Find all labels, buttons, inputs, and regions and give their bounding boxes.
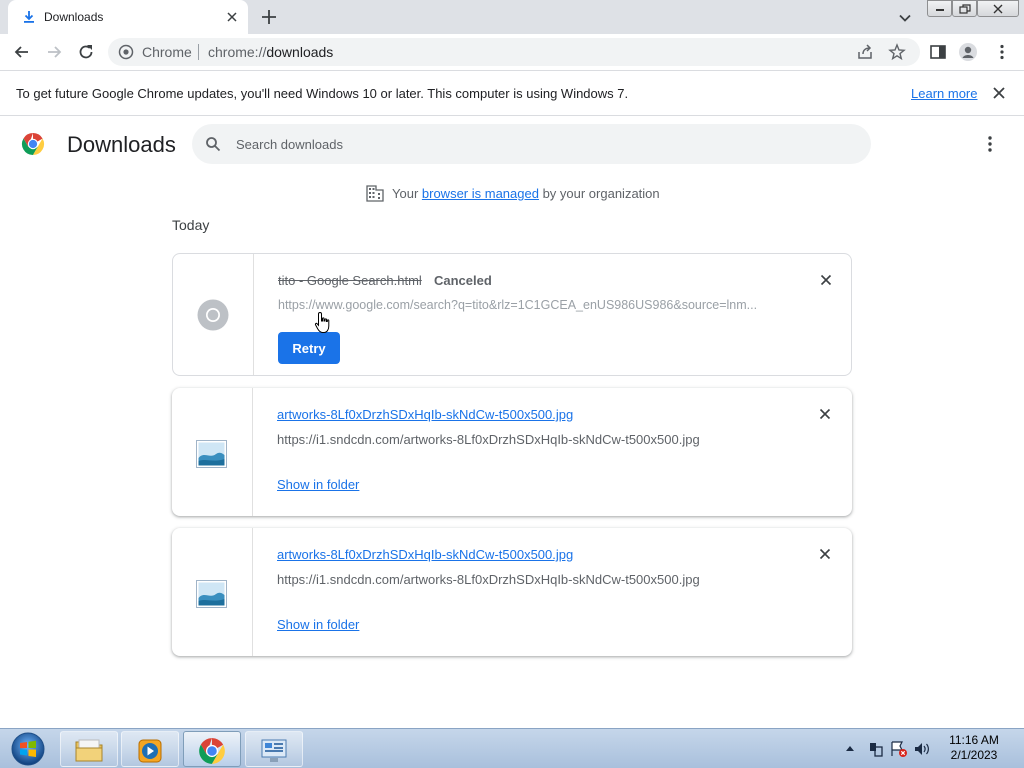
tab-strip: Downloads	[0, 0, 1024, 34]
search-input[interactable]	[236, 134, 836, 154]
chevron-down-icon[interactable]	[896, 9, 914, 27]
infobar-message: To get future Google Chrome updates, you…	[16, 86, 629, 101]
profile-avatar-icon[interactable]	[958, 42, 978, 62]
file-name-link[interactable]: artworks-8Lf0xDrzhSDxHqIb-skNdCw-t500x50…	[277, 407, 573, 422]
system-tray-icons[interactable]	[842, 739, 934, 759]
image-file-icon	[196, 440, 227, 468]
back-icon[interactable]	[12, 42, 32, 62]
download-icon	[24, 11, 34, 23]
downloads-page: Downloads Your browser is managed by you…	[0, 116, 1024, 728]
remove-download-icon[interactable]	[818, 272, 834, 288]
clock-date: 2/1/2023	[950, 748, 998, 762]
chrome-logo-icon	[21, 133, 45, 155]
download-item: artworks-8Lf0xDrzhSDxHqIb-skNdCw-t500x50…	[172, 528, 852, 656]
hand-cursor-icon	[314, 311, 330, 333]
omnibox[interactable]: Chrome chrome://downloads	[108, 38, 920, 66]
close-icon	[993, 4, 1003, 14]
restore-icon	[958, 4, 971, 14]
remove-download-icon[interactable]	[817, 546, 833, 562]
windows-start-icon[interactable]	[6, 731, 50, 767]
taskbar-explorer[interactable]	[60, 731, 118, 767]
more-actions-icon[interactable]	[981, 134, 999, 154]
minimize-button[interactable]	[927, 0, 952, 17]
taskbar-clock[interactable]: 11:16 AM 2/1/2023	[944, 733, 1004, 763]
retry-button[interactable]: Retry	[278, 332, 340, 364]
url-text[interactable]: chrome://downloads	[208, 44, 333, 60]
side-panel-icon[interactable]	[928, 42, 948, 62]
download-item: tito - Google Search.html Canceled https…	[172, 253, 852, 376]
forward-icon[interactable]	[44, 42, 64, 62]
reload-icon[interactable]	[76, 42, 96, 62]
building-icon	[366, 185, 384, 202]
taskbar-media-player[interactable]	[121, 731, 179, 767]
download-item: artworks-8Lf0xDrzhSDxHqIb-skNdCw-t500x50…	[172, 388, 852, 516]
file-name: tito - Google Search.html	[278, 273, 422, 288]
image-file-icon	[196, 580, 227, 608]
media-player-icon	[138, 739, 162, 763]
close-window-button[interactable]	[977, 0, 1019, 17]
chrome-site-icon[interactable]	[118, 44, 134, 60]
show-in-folder-link[interactable]: Show in folder	[277, 477, 359, 492]
browser-managed-link[interactable]: browser is managed	[422, 186, 539, 201]
download-status: Canceled	[434, 273, 492, 288]
taskbar-chrome[interactable]	[183, 731, 241, 767]
close-infobar-icon[interactable]	[991, 85, 1007, 101]
file-name-link[interactable]: artworks-8Lf0xDrzhSDxHqIb-skNdCw-t500x50…	[277, 547, 573, 562]
file-url[interactable]: https://i1.sndcdn.com/artworks-8Lf0xDrzh…	[277, 432, 700, 447]
tab-downloads[interactable]: Downloads	[8, 0, 248, 34]
close-tab-icon[interactable]	[224, 9, 240, 25]
new-tab-icon[interactable]	[260, 8, 278, 26]
search-icon	[206, 137, 221, 152]
taskbar-control-panel[interactable]	[245, 731, 303, 767]
taskbar: 11:16 AM 2/1/2023	[0, 728, 1024, 768]
page-title: Downloads	[67, 132, 176, 157]
chrome-file-icon	[197, 299, 229, 331]
toolbar: Chrome chrome://downloads	[0, 34, 1024, 71]
folder-icon	[75, 739, 103, 762]
file-url[interactable]: https://www.google.com/search?q=tito&rlz…	[278, 298, 757, 312]
learn-more-link[interactable]: Learn more	[911, 86, 977, 101]
update-infobar: To get future Google Chrome updates, you…	[0, 71, 1024, 116]
remove-download-icon[interactable]	[817, 406, 833, 422]
search-box[interactable]	[192, 124, 871, 164]
site-chip: Chrome	[142, 44, 192, 60]
omnibox-separator	[198, 44, 199, 60]
control-panel-icon	[261, 739, 287, 762]
restore-button[interactable]	[952, 0, 977, 17]
share-icon[interactable]	[856, 43, 874, 61]
chrome-menu-icon[interactable]	[992, 42, 1012, 62]
show-in-folder-link[interactable]: Show in folder	[277, 617, 359, 632]
file-url[interactable]: https://i1.sndcdn.com/artworks-8Lf0xDrzh…	[277, 572, 700, 587]
chrome-icon	[199, 738, 225, 764]
minimize-icon	[935, 9, 944, 11]
date-header: Today	[172, 217, 210, 233]
clock-time: 11:16 AM	[949, 733, 999, 747]
bookmark-star-icon[interactable]	[888, 43, 906, 61]
tab-title: Downloads	[44, 10, 104, 24]
